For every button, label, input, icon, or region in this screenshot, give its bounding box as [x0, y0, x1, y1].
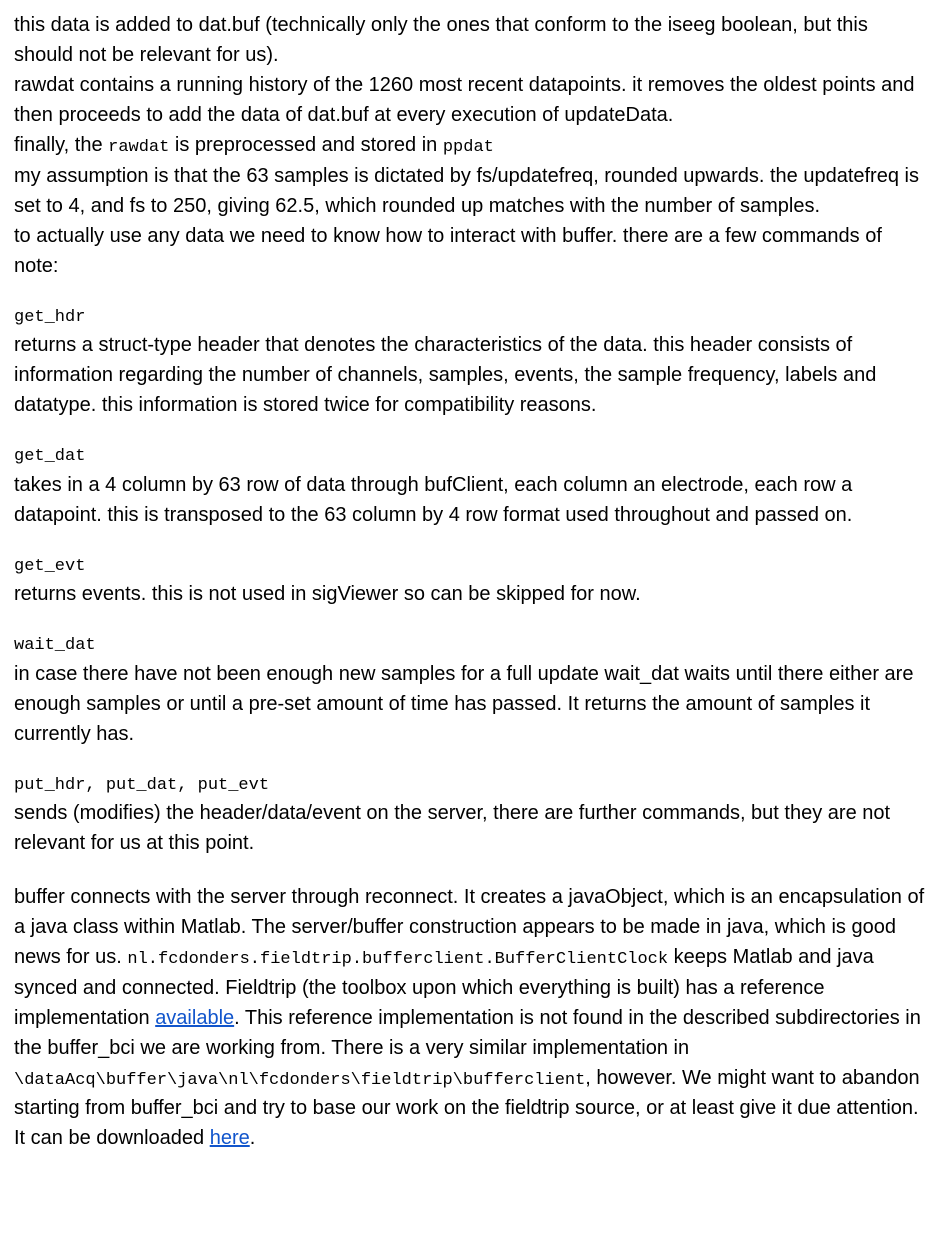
intro-p3: finally, the rawdat is preprocessed and …: [14, 130, 925, 161]
link-here[interactable]: here: [210, 1127, 250, 1149]
cmd-get-dat-desc: takes in a 4 column by 63 row of data th…: [14, 470, 925, 530]
code-rawdat: rawdat: [108, 138, 169, 157]
intro-p1: this data is added to dat.buf (technical…: [14, 10, 925, 70]
footer-e: .: [250, 1127, 256, 1149]
cmd-put-name: put_hdr, put_dat, put_evt: [14, 773, 925, 799]
intro-p4: my assumption is that the 63 samples is …: [14, 161, 925, 221]
intro-p5: to actually use any data we need to know…: [14, 221, 925, 281]
cmd-put-desc: sends (modifies) the header/data/event o…: [14, 798, 925, 858]
cmd-get-hdr-desc: returns a struct-type header that denote…: [14, 330, 925, 420]
footer-paragraph: buffer connects with the server through …: [14, 882, 925, 1153]
cmd-get-hdr-name: get_hdr: [14, 305, 925, 331]
link-available[interactable]: available: [155, 1007, 234, 1029]
code-ppdat: ppdat: [443, 138, 494, 157]
code-bufferclientclock: nl.fcdonders.fieldtrip.bufferclient.Buff…: [127, 950, 668, 969]
intro-paragraphs: this data is added to dat.buf (technical…: [14, 10, 925, 281]
cmd-get-evt-desc: returns events. this is not used in sigV…: [14, 579, 925, 609]
intro-p3b: is preprocessed and stored in: [169, 134, 443, 156]
cmd-get-evt-name: get_evt: [14, 554, 925, 580]
code-path-bufferclient: \dataAcq\buffer\java\nl\fcdonders\fieldt…: [14, 1071, 585, 1090]
cmd-wait-dat-desc: in case there have not been enough new s…: [14, 659, 925, 749]
intro-p3a: finally, the: [14, 134, 108, 156]
cmd-wait-dat-name: wait_dat: [14, 633, 925, 659]
intro-p2: rawdat contains a running history of the…: [14, 70, 925, 130]
cmd-get-dat-name: get_dat: [14, 444, 925, 470]
